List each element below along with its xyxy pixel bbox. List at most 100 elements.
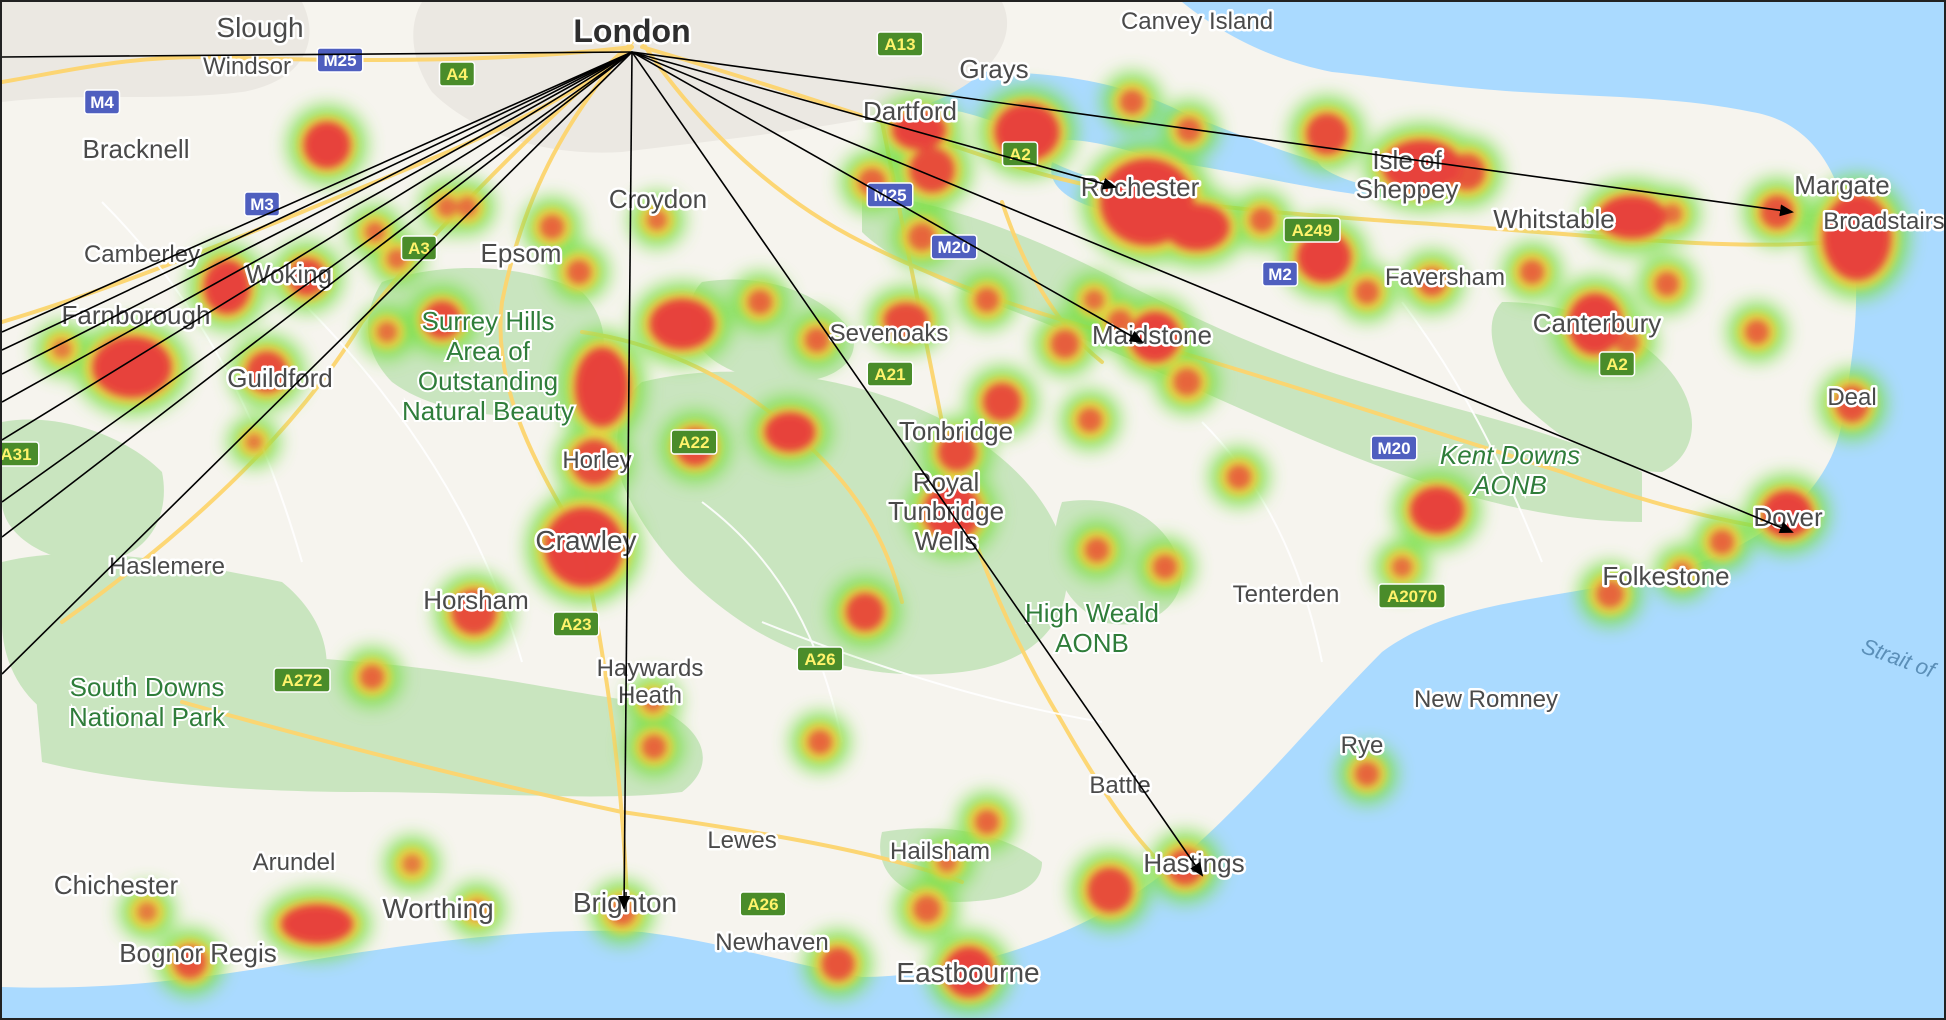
place-label-london: London [573,13,690,49]
heat-core [974,809,1000,835]
road-badge-m2: M2 [1261,261,1299,287]
road-badge-a21: A21 [866,361,914,387]
place-label-horley: Horley [562,447,631,474]
heat-core [575,347,629,427]
heat-core [1077,407,1103,433]
road-badge-a3: A3 [400,235,438,261]
heat-core [1050,329,1080,359]
place-label-canterbury: Canterbury [1533,308,1662,338]
place-label-horsham: Horsham [423,585,528,615]
map-view[interactable]: Surrey Hills Area of Outstanding Natural… [0,0,1946,1020]
place-label-haslemere: Haslemere [109,553,225,580]
place-label-arundel: Arundel [253,849,336,876]
svg-text:A13: A13 [884,35,915,54]
svg-text:A2070: A2070 [1387,587,1437,606]
place-label-hailsham: Hailsham [890,838,990,865]
svg-text:M25: M25 [873,186,906,205]
road-badge-a272: A272 [273,667,331,693]
park-label-outstanding: Outstanding [418,366,558,396]
heat-core [1152,554,1178,580]
heat-core [1744,319,1770,345]
place-label-battle: Battle [1089,772,1150,799]
svg-text:A23: A23 [560,615,591,634]
park-label-high-weald-aonb: AONB [1055,628,1129,658]
heat-core [1709,529,1735,555]
place-label-margate: Margate [1794,170,1889,200]
heat-core [1519,259,1545,285]
road-badge-a26a: A26 [796,646,844,672]
heat-core [1119,89,1145,115]
road-badge-a4: A4 [438,61,476,87]
road-badge-a2070: A2070 [1378,583,1446,609]
heat-core [137,902,157,922]
svg-text:A4: A4 [446,65,468,84]
svg-text:M3: M3 [250,195,274,214]
place-label-worthing: Worthing [382,893,494,924]
road-badge-a23: A23 [552,611,600,637]
heat-core [1822,193,1892,281]
place-label-sheppey2: Sheppey [1356,174,1459,204]
heat-core [641,734,667,760]
heat-core [539,214,565,240]
place-label-epsom: Epsom [481,238,562,268]
place-label-whitstable: Whitstable [1493,204,1614,234]
place-label-slough: Slough [216,12,303,43]
place-label-dartford: Dartford [863,96,957,126]
park-label-high-weald: High Weald [1025,598,1159,628]
road-badge-a31: A31 [2,441,40,467]
place-label-hh2: Heath [618,682,682,709]
park-label-south-downs: South Downs [70,672,225,702]
place-label-croydon: Croydon [609,184,707,214]
place-label-rtw2: Tunbridge [888,496,1004,526]
heat-core [281,904,353,944]
road-badge-m25a: M25 [316,47,364,73]
road-badge-m4: M4 [83,89,121,115]
park-label-national-park: National Park [69,702,226,732]
heat-core [359,664,385,690]
road-badge-a22: A22 [670,429,718,455]
heat-core [566,259,592,285]
park-label-kent-downs: Kent Downs [1440,440,1580,470]
place-label-windsor: Windsor [203,53,291,80]
place-label-rochester: Rochester [1081,172,1200,202]
place-label-canvey: Canvey Island [1121,8,1273,35]
svg-text:A2: A2 [1606,355,1628,374]
svg-text:M2: M2 [1268,265,1292,284]
place-label-newhaven: Newhaven [715,929,828,956]
heat-core [974,287,1000,313]
heat-core [1249,207,1275,233]
svg-text:A21: A21 [874,365,905,384]
heat-core [764,412,816,452]
heat-core [913,895,941,923]
heat-core [1654,271,1680,297]
heat-core [1391,556,1413,578]
heat-core [807,729,833,755]
heat-core [1173,368,1201,396]
svg-text:A26: A26 [747,895,778,914]
place-label-eastbourne: Eastbourne [896,957,1039,988]
place-label-tenterden: Tenterden [1233,581,1340,608]
map-canvas[interactable]: Surrey Hills Area of Outstanding Natural… [2,2,1944,1018]
place-label-dover: Dover [1753,502,1823,532]
road-badge-m25b: M25 [866,182,914,208]
place-label-bracknell: Bracknell [83,134,190,164]
svg-text:A26: A26 [804,650,835,669]
park-label-kent-aonb: AONB [1471,470,1547,500]
place-label-brighton: Brighton [573,887,677,918]
place-label-guildford: Guildford [227,363,333,393]
svg-text:A272: A272 [282,671,323,690]
road-badge-m20b: M20 [1370,435,1418,461]
place-label-crawley: Crawley [535,525,636,556]
heat-core [376,321,398,343]
place-label-deal: Deal [1827,384,1876,411]
svg-text:A31: A31 [2,445,32,464]
road-badge-m3: M3 [243,191,281,217]
heat-core [1661,203,1683,225]
heat-core [303,121,351,169]
heat-core [1226,464,1252,490]
place-label-tonbridge: Tonbridge [899,416,1013,446]
svg-text:M4: M4 [90,93,114,112]
heat-core [1083,289,1105,311]
place-label-folkestone: Folkestone [1602,561,1729,591]
svg-text:A249: A249 [1292,221,1333,240]
